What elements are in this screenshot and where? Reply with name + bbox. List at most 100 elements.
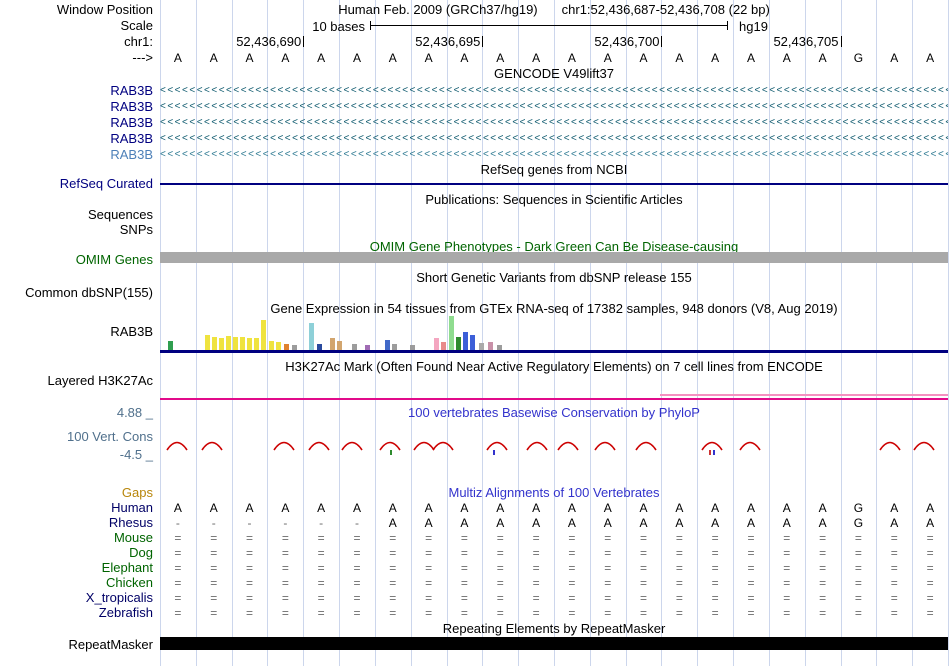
gtex-expression-bar[interactable] <box>205 335 210 350</box>
gencode-transcript-line[interactable]: <<<<<<<<<<<<<<<<<<<<<<<<<<<<<<<<<<<<<<<<… <box>160 115 948 131</box>
phylop-peak <box>635 439 657 454</box>
multiz-species-label[interactable]: Chicken <box>0 576 153 590</box>
h3k27ac-label[interactable]: Layered H3K27Ac <box>0 374 153 388</box>
track-title-phylop[interactable]: 100 vertebrates Basewise Conservation by… <box>160 406 948 420</box>
track-title-repeatmasker[interactable]: Repeating Elements by RepeatMasker <box>160 622 948 636</box>
multiz-cell: = <box>926 531 934 545</box>
gtex-expression-bar[interactable] <box>240 337 245 350</box>
publications-sequences-label[interactable]: Sequences <box>0 208 153 222</box>
multiz-species-label[interactable]: Dog <box>0 546 153 560</box>
gtex-expression-bar[interactable] <box>254 338 259 350</box>
gtex-expression-bar[interactable] <box>269 341 274 350</box>
gencode-transcript-label[interactable]: RAB3B <box>0 132 153 146</box>
gtex-expression-bar[interactable] <box>219 338 224 350</box>
repeatmasker-label[interactable]: RepeatMasker <box>0 638 153 652</box>
gtex-expression-bar[interactable] <box>309 323 314 350</box>
multiz-cell: G <box>853 516 864 530</box>
multiz-cell: - <box>175 516 180 530</box>
multiz-cell: = <box>532 561 540 575</box>
refseq-curated-label[interactable]: RefSeq Curated <box>0 177 153 191</box>
multiz-cell: = <box>389 531 397 545</box>
gtex-expression-bar[interactable] <box>212 337 217 350</box>
gtex-expression-bar[interactable] <box>233 337 238 350</box>
multiz-cell: = <box>747 591 755 605</box>
gtex-expression-bar[interactable] <box>168 341 173 350</box>
multiz-cell: = <box>532 606 540 620</box>
multiz-cell: = <box>640 546 648 560</box>
sequence-base: A <box>281 51 290 65</box>
sequence-base: A <box>496 51 505 65</box>
track-title-dbsnp[interactable]: Short Genetic Variants from dbSNP releas… <box>160 271 948 285</box>
dbsnp-label[interactable]: Common dbSNP(155) <box>0 286 153 300</box>
multiz-cell: = <box>246 606 254 620</box>
track-title-h3k27ac[interactable]: H3K27Ac Mark (Often Found Near Active Re… <box>160 360 948 374</box>
multiz-species-label[interactable]: Mouse <box>0 531 153 545</box>
gtex-expression-bar[interactable] <box>434 338 439 350</box>
multiz-cell: A <box>639 501 648 515</box>
multiz-cell: = <box>246 546 254 560</box>
multiz-cell: = <box>640 591 648 605</box>
multiz-species-label[interactable]: X_tropicalis <box>0 591 153 605</box>
multiz-cell: A <box>890 516 899 530</box>
multiz-cell: = <box>496 591 504 605</box>
track-title-publications[interactable]: Publications: Sequences in Scientific Ar… <box>160 193 948 207</box>
gtex-expression-bar[interactable] <box>441 342 446 350</box>
omim-genes-label[interactable]: OMIM Genes <box>0 253 153 267</box>
phylop-track-label[interactable]: 100 Vert. Cons <box>0 430 153 444</box>
gtex-expression-bar[interactable] <box>385 340 390 350</box>
scale-bar <box>370 21 728 30</box>
gencode-transcript-line[interactable]: <<<<<<<<<<<<<<<<<<<<<<<<<<<<<<<<<<<<<<<<… <box>160 147 948 163</box>
multiz-species-label[interactable]: Human <box>0 501 153 515</box>
gtex-expression-bar[interactable] <box>330 338 335 350</box>
multiz-cell: A <box>603 516 612 530</box>
h3k27ac-signal[interactable] <box>160 398 948 400</box>
multiz-cell: = <box>926 606 934 620</box>
omim-genes-bar[interactable] <box>160 252 948 263</box>
gencode-transcript-label[interactable]: RAB3B <box>0 148 153 162</box>
track-title-multiz[interactable]: Multiz Alignments of 100 Vertebrates <box>160 486 948 500</box>
scale-label: Scale <box>120 18 153 33</box>
multiz-cell: = <box>604 591 612 605</box>
refseq-curated-line[interactable] <box>160 183 948 185</box>
multiz-cell: A <box>746 501 755 515</box>
gencode-transcript-line[interactable]: <<<<<<<<<<<<<<<<<<<<<<<<<<<<<<<<<<<<<<<<… <box>160 99 948 115</box>
window-position-value: Human Feb. 2009 (GRCh37/hg19) chr1:52,436… <box>160 3 948 17</box>
publications-snps-label[interactable]: SNPs <box>0 223 153 237</box>
gencode-transcript-line[interactable]: <<<<<<<<<<<<<<<<<<<<<<<<<<<<<<<<<<<<<<<<… <box>160 83 948 99</box>
gtex-expression-bar[interactable] <box>449 316 454 350</box>
gtex-expression-bar[interactable] <box>337 341 342 350</box>
gencode-transcript-label[interactable]: RAB3B <box>0 100 153 114</box>
multiz-cell: = <box>568 561 576 575</box>
gtex-gene-label[interactable]: RAB3B <box>0 325 153 339</box>
multiz-cell: = <box>353 591 361 605</box>
gtex-expression-bar[interactable] <box>479 343 484 350</box>
multiz-species-label[interactable]: Zebrafish <box>0 606 153 620</box>
gtex-expression-bar[interactable] <box>456 337 461 350</box>
gtex-expression-bar[interactable] <box>463 332 468 350</box>
multiz-species-label[interactable]: Gaps <box>0 486 153 500</box>
gencode-transcript-line[interactable]: <<<<<<<<<<<<<<<<<<<<<<<<<<<<<<<<<<<<<<<<… <box>160 131 948 147</box>
gtex-expression-bar[interactable] <box>470 335 475 350</box>
repeatmasker-bar[interactable] <box>160 637 948 650</box>
track-title-refseq[interactable]: RefSeq genes from NCBI <box>160 163 948 177</box>
multiz-species-label[interactable]: Elephant <box>0 561 153 575</box>
gtex-expression-bar[interactable] <box>226 336 231 350</box>
multiz-cell: = <box>317 576 325 590</box>
multiz-cell: = <box>317 591 325 605</box>
gtex-expression-bar[interactable] <box>247 338 252 350</box>
multiz-cell: = <box>783 531 791 545</box>
gencode-transcript-label[interactable]: RAB3B <box>0 84 153 98</box>
track-title-gencode[interactable]: GENCODE V49lift37 <box>160 67 948 81</box>
multiz-cell: = <box>568 591 576 605</box>
multiz-cell: A <box>782 516 791 530</box>
track-title-gtex[interactable]: Gene Expression in 54 tissues from GTEx … <box>160 302 948 316</box>
multiz-cell: = <box>747 606 755 620</box>
gtex-expression-bar[interactable] <box>261 320 266 350</box>
gencode-transcript-label[interactable]: RAB3B <box>0 116 153 130</box>
gtex-expression-bar[interactable] <box>276 342 281 350</box>
gtex-expression-bar[interactable] <box>488 342 493 350</box>
h3k27ac-signal-upper[interactable] <box>660 394 948 396</box>
multiz-cell: = <box>425 606 433 620</box>
multiz-species-label[interactable]: Rhesus <box>0 516 153 530</box>
multiz-cell: = <box>711 561 719 575</box>
